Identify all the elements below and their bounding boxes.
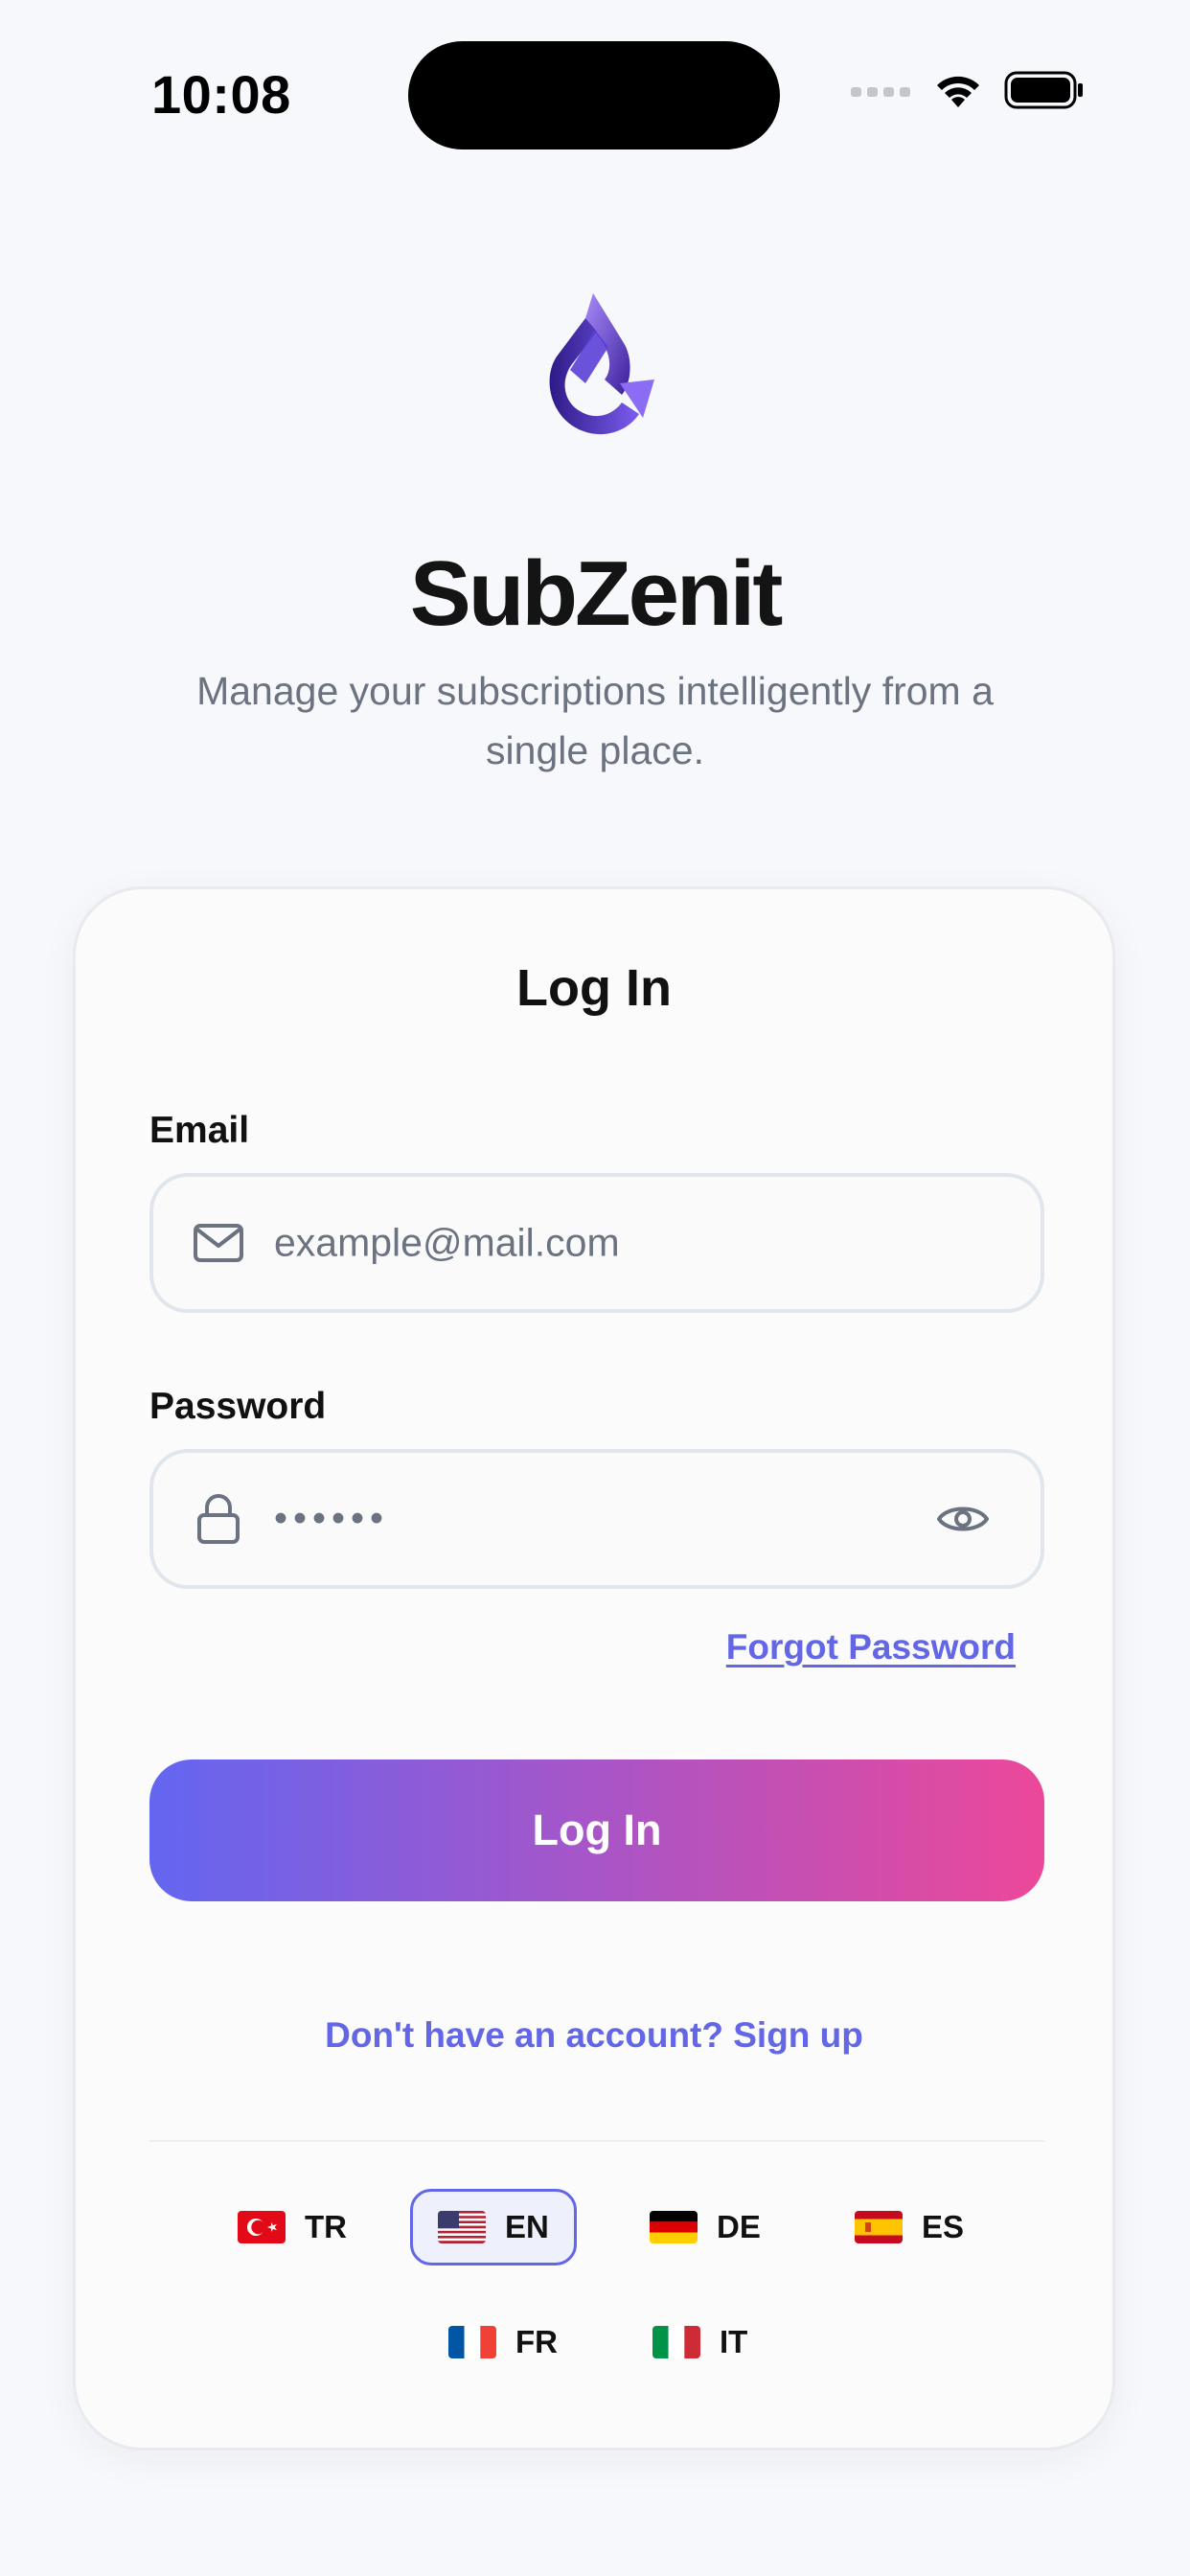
eye-icon[interactable] [935, 1491, 991, 1547]
language-code: ES [922, 2209, 965, 2244]
password-label: Password [149, 1386, 327, 1427]
language-option-fr[interactable]: FR [423, 2304, 583, 2380]
language-code: IT [720, 2324, 748, 2359]
language-option-de[interactable]: DE [625, 2189, 786, 2266]
login-button[interactable]: Log In [149, 1760, 1044, 1901]
language-code: EN [505, 2209, 549, 2244]
language-option-en[interactable]: EN [410, 2189, 577, 2266]
turkey-flag-icon [238, 2211, 286, 2243]
subzenit-logo-icon [549, 293, 654, 435]
battery-icon [1004, 71, 1083, 109]
envelope-icon [192, 1216, 245, 1270]
password-input-value: •••••• [274, 1497, 390, 1540]
email-input-placeholder: example@mail.com [274, 1220, 620, 1265]
usa-flag-icon [438, 2211, 486, 2243]
app-title: SubZenit [409, 542, 784, 645]
germany-flag-icon [650, 2211, 698, 2243]
login-card: Log In Email example@mail.com Password •… [73, 886, 1115, 2450]
language-option-it[interactable]: IT [628, 2304, 772, 2380]
language-code: TR [305, 2209, 347, 2244]
app-tagline: Manage your subscriptions intelligently … [196, 669, 994, 772]
italy-flag-icon [652, 2326, 700, 2358]
wifi-icon [937, 76, 979, 107]
status-time: 10:08 [151, 64, 291, 125]
forgot-password-link[interactable]: Forgot Password [726, 1627, 1016, 1668]
password-field[interactable]: •••••• [149, 1449, 1044, 1589]
login-card-title: Log In [516, 959, 672, 1017]
language-code: FR [515, 2324, 558, 2359]
language-option-tr[interactable]: TR [213, 2189, 372, 2266]
status-icons [851, 71, 1085, 109]
language-code: DE [717, 2209, 761, 2244]
email-field[interactable]: example@mail.com [149, 1173, 1044, 1313]
dynamic-island [408, 41, 780, 150]
status-bar: 10:08 [0, 0, 1190, 192]
signup-link[interactable]: Don't have an account? Sign up [76, 2015, 1112, 2056]
lock-icon [192, 1492, 245, 1546]
cellular-signal-icon [851, 87, 910, 97]
spain-flag-icon [855, 2211, 903, 2243]
divider [149, 2140, 1044, 2142]
france-flag-icon [448, 2326, 496, 2358]
email-label: Email [149, 1110, 250, 1151]
language-option-es[interactable]: ES [830, 2189, 989, 2266]
